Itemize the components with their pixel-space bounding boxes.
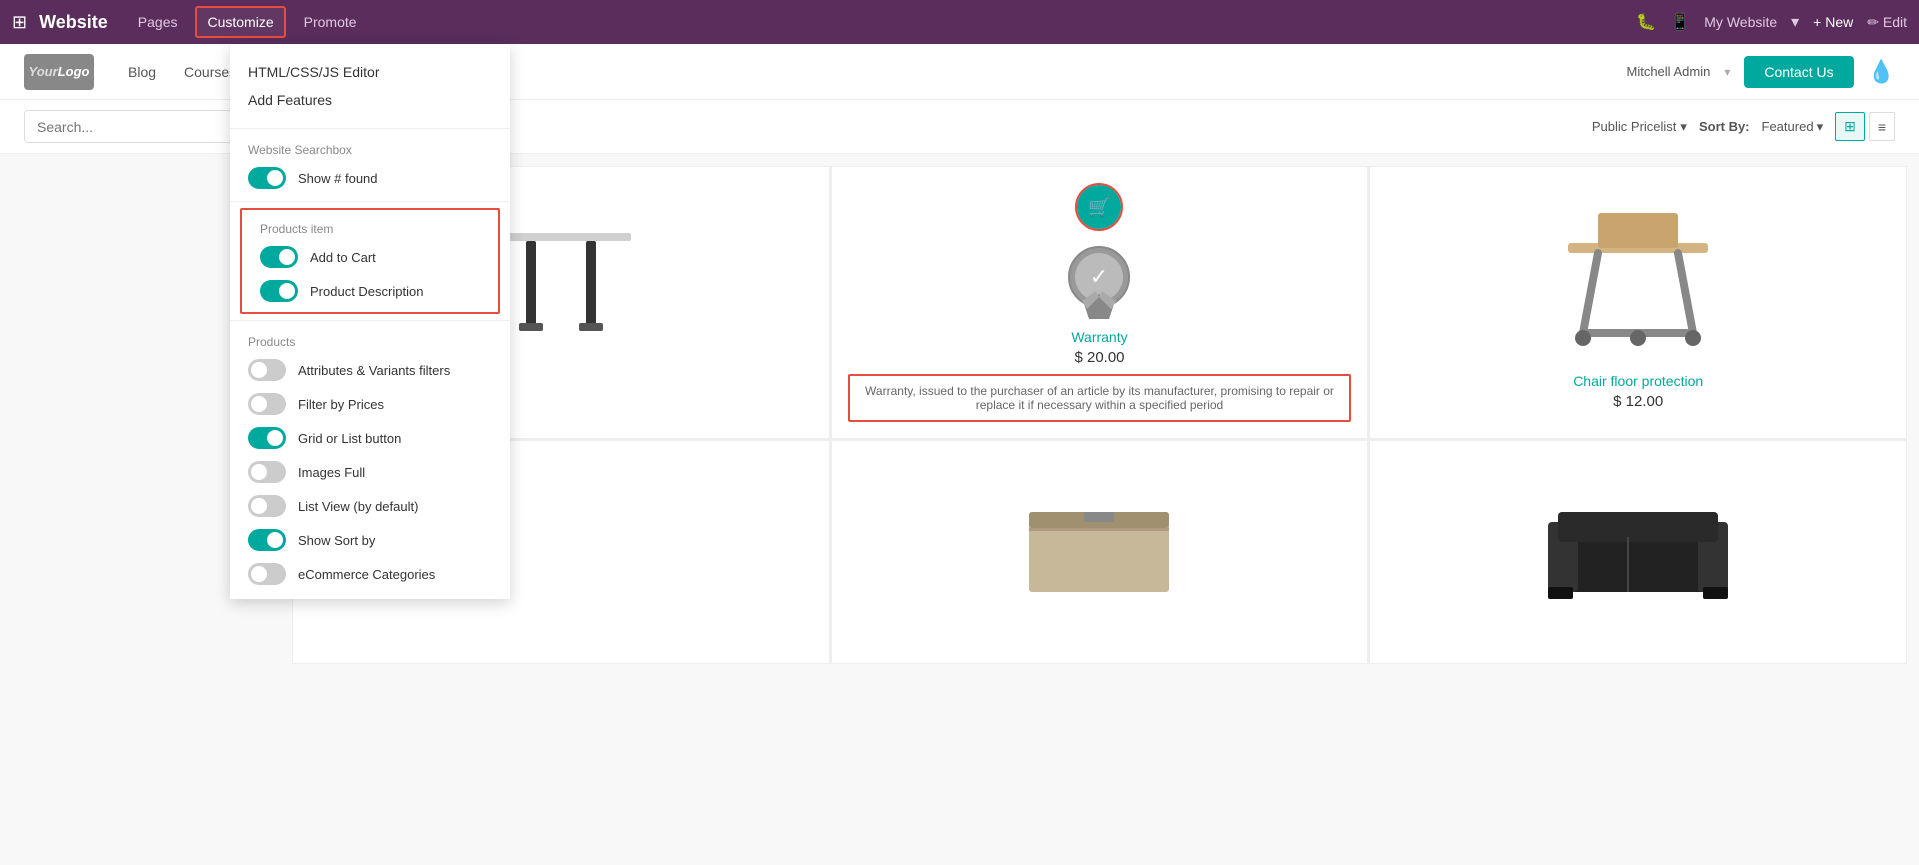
site-logo: YourLogo <box>24 54 94 90</box>
filter-prices-toggle[interactable] <box>248 393 286 415</box>
show-sort-label: Show Sort by <box>298 533 492 548</box>
show-found-row: Show # found <box>230 161 510 195</box>
warranty-medal-icon: ✓ <box>1054 239 1144 329</box>
ecommerce-categories-row: eCommerce Categories <box>230 557 510 591</box>
products-section: Products <box>230 327 510 353</box>
filter-prices-row: Filter by Prices <box>230 387 510 421</box>
ecommerce-categories-label: eCommerce Categories <box>298 567 492 582</box>
grid-list-label: Grid or List button <box>298 431 492 446</box>
my-website-btn[interactable]: My Website <box>1704 14 1777 30</box>
list-view-label: List View (by default) <box>298 499 492 514</box>
admin-name[interactable]: Mitchell Admin <box>1627 64 1711 79</box>
product-image-sofa <box>1386 457 1890 637</box>
sort-by-label: Sort By: <box>1699 119 1750 134</box>
attrs-variants-label: Attributes & Variants filters <box>298 363 492 378</box>
images-full-row: Images Full <box>230 455 510 489</box>
contact-us-button[interactable]: Contact Us <box>1744 56 1853 88</box>
product-grid-area: 🛒 ✓ Warranty $ 20.00 Warranty, issued to… <box>280 154 1919 676</box>
list-view-toggle[interactable] <box>248 495 286 517</box>
show-found-label: Show # found <box>298 171 492 186</box>
customize-nav[interactable]: Customize <box>195 6 285 38</box>
product-price-chair: $ 12.00 <box>1613 393 1663 410</box>
product-card-warranty: 🛒 ✓ Warranty $ 20.00 Warranty, issued to… <box>831 166 1369 439</box>
customize-dropdown: HTML/CSS/JS Editor Add Features Website … <box>230 44 510 599</box>
add-to-cart-label: Add to Cart <box>310 250 480 265</box>
product-card-chair: Chair floor protection $ 12.00 <box>1369 166 1907 439</box>
promote-nav[interactable]: Promote <box>294 8 367 36</box>
logo-image: YourLogo <box>24 54 94 90</box>
attrs-variants-toggle[interactable] <box>248 359 286 381</box>
mobile-icon[interactable]: 📱 <box>1670 12 1690 32</box>
sort-by-value-text: Featured <box>1762 119 1814 134</box>
html-css-js-link[interactable]: HTML/CSS/JS Editor <box>248 58 492 86</box>
product-description-toggle[interactable] <box>260 280 298 302</box>
svg-text:✓: ✓ <box>1090 264 1108 289</box>
add-to-cart-toggle[interactable] <box>260 246 298 268</box>
ecommerce-categories-toggle[interactable] <box>248 563 286 585</box>
grid-list-row: Grid or List button <box>230 421 510 455</box>
images-full-toggle[interactable] <box>248 461 286 483</box>
products-item-section: Products item <box>242 214 498 240</box>
product-card-box <box>831 440 1369 664</box>
nav-blog[interactable]: Blog <box>114 44 170 100</box>
sort-arrow-icon: ▾ <box>1817 119 1824 135</box>
images-full-label: Images Full <box>298 465 492 480</box>
pricelist-arrow: ▾ <box>1680 119 1687 135</box>
attrs-variants-row: Attributes & Variants filters <box>230 353 510 387</box>
grid-icon[interactable]: ⊞ <box>12 12 27 33</box>
site-header-right: Mitchell Admin ▾ Contact Us 💧 <box>1627 56 1896 88</box>
cart-button-box: 🛒 <box>1075 183 1123 231</box>
customize-top-links: HTML/CSS/JS Editor Add Features <box>230 44 510 122</box>
bug-icon[interactable]: 🐛 <box>1636 12 1656 32</box>
show-sort-toggle[interactable] <box>248 529 286 551</box>
chair-svg <box>1538 183 1738 363</box>
product-description-warranty: Warranty, issued to the purchaser of an … <box>848 374 1352 422</box>
pricelist-select[interactable]: Public Pricelist ▾ <box>1592 119 1687 135</box>
sofa-svg <box>1538 482 1738 612</box>
product-price-warranty: $ 20.00 <box>1074 349 1124 366</box>
add-to-cart-row: Add to Cart <box>242 240 498 274</box>
show-found-toggle[interactable] <box>248 167 286 189</box>
pages-nav[interactable]: Pages <box>128 8 188 36</box>
topbar-brand: Website <box>39 12 108 33</box>
topbar: ⊞ Website Pages Customize Promote HTML/C… <box>0 0 1919 44</box>
product-name-chair: Chair floor protection <box>1573 373 1703 389</box>
products-item-box: Products item Add to Cart Product Descri… <box>240 208 500 314</box>
product-image-box <box>848 457 1352 637</box>
filter-prices-label: Filter by Prices <box>298 397 492 412</box>
box-svg <box>1009 482 1189 612</box>
list-view-row: List View (by default) <box>230 489 510 523</box>
add-features-link[interactable]: Add Features <box>248 86 492 114</box>
pricelist-label: Public Pricelist <box>1592 119 1677 134</box>
website-searchbox-section: Website Searchbox <box>230 135 510 161</box>
list-view-button[interactable]: ≡ <box>1869 112 1895 141</box>
new-btn[interactable]: + New <box>1813 14 1853 30</box>
view-toggle: ⊞ ≡ <box>1835 112 1895 141</box>
grid-view-button[interactable]: ⊞ <box>1835 112 1865 141</box>
product-grid: 🛒 ✓ Warranty $ 20.00 Warranty, issued to… <box>292 166 1907 664</box>
product-image-chair <box>1386 183 1890 363</box>
topbar-right: 🐛 📱 My Website ▾ + New ✏ Edit <box>1636 12 1907 32</box>
product-card-sofa <box>1369 440 1907 664</box>
edit-btn[interactable]: ✏ Edit <box>1867 14 1907 31</box>
product-description-row: Product Description <box>242 274 498 308</box>
product-description-label: Product Description <box>310 284 480 299</box>
product-name-warranty: Warranty <box>1071 329 1127 345</box>
sort-by-select[interactable]: Featured ▾ <box>1762 119 1824 135</box>
droplet-icon: 💧 <box>1868 59 1895 85</box>
add-to-cart-button[interactable]: 🛒 <box>1077 185 1121 229</box>
grid-list-toggle[interactable] <box>248 427 286 449</box>
show-sort-row: Show Sort by <box>230 523 510 557</box>
